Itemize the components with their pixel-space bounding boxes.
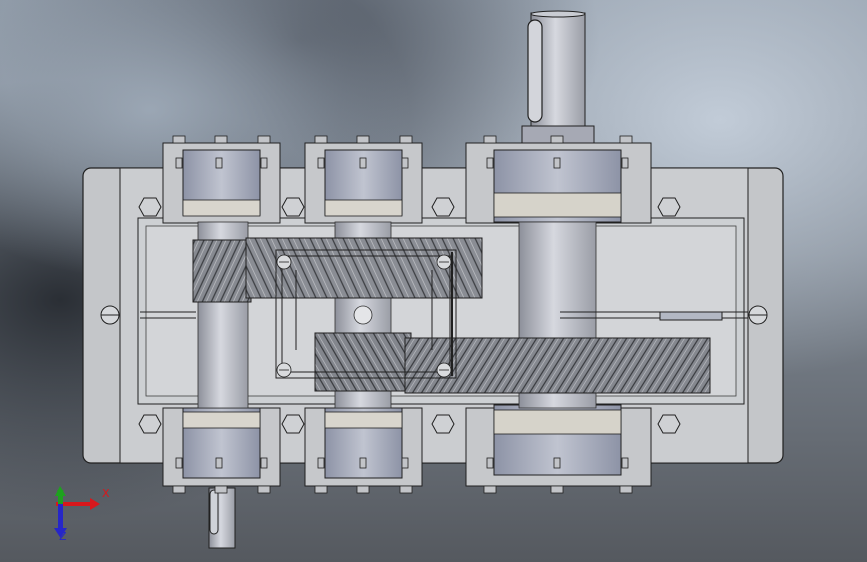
output-gear: [404, 337, 711, 394]
output-shaft-keyway: [527, 19, 543, 123]
input-shaft: [208, 487, 236, 549]
input-shaft-keyway: [209, 489, 219, 535]
pinion-gear-1: [192, 239, 252, 303]
z-axis-label: Z: [59, 530, 67, 543]
output-shaft: [521, 10, 595, 145]
pinion-gear-2: [314, 332, 412, 392]
y-axis-label: Y: [57, 488, 64, 501]
x-axis-label: X: [102, 487, 110, 500]
gearbox-model[interactable]: [0, 0, 867, 562]
graphics-viewport[interactable]: X Y Z: [0, 0, 867, 562]
